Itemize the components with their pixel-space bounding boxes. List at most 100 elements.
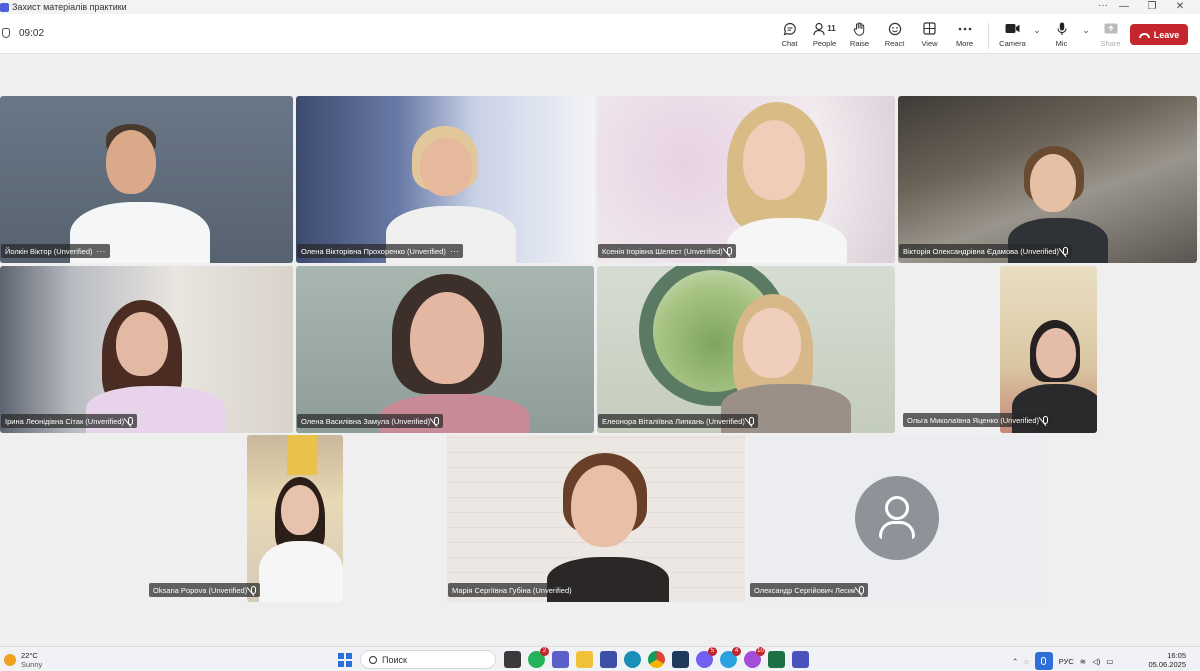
keyboard-language[interactable]: РУС: [1059, 657, 1074, 666]
participant-options-icon[interactable]: ···: [450, 246, 459, 256]
raise-hand-button[interactable]: Raise: [842, 20, 877, 48]
person-icon-body: [879, 521, 915, 539]
grid-view-icon: [923, 20, 936, 37]
more-button[interactable]: More: [947, 20, 982, 48]
camera-options-chevron-icon[interactable]: ⌄: [1030, 22, 1044, 39]
messenger-icon[interactable]: 10: [744, 647, 765, 668]
video-tile-camera-off[interactable]: Олександр Сергійович Лесик: [749, 435, 1047, 602]
weather-widget[interactable]: 22°C Sunny: [4, 651, 42, 669]
edge-icon[interactable]: [624, 651, 641, 668]
people-label: People: [812, 39, 837, 48]
participant-video: [717, 100, 857, 263]
muted-mic-icon: [748, 417, 754, 425]
window-titlebar: Захист матеріалів практики ··· — ❐ ✕: [0, 0, 1200, 14]
people-count: 11: [827, 24, 836, 33]
whatsapp-badge: 2: [540, 647, 549, 656]
video-tile-active-speaker[interactable]: Марія Сергіївна Губіна (Unverified): [447, 435, 745, 602]
telegram-icon[interactable]: 4: [720, 647, 741, 668]
video-tile[interactable]: Олена Вікторівна Прохоренко (Unverified)…: [296, 96, 594, 263]
mic-options-chevron-icon[interactable]: ⌄: [1079, 22, 1093, 39]
participant-name: Олександр Сергійович Лесик: [754, 585, 856, 595]
minimize-button[interactable]: —: [1110, 0, 1138, 13]
share-screen-icon: [1104, 20, 1118, 37]
task-view-icon[interactable]: [504, 651, 521, 668]
avatar: [855, 476, 939, 560]
participant-name-tag: Елеонора Віталіївна Липкань (Unverified): [598, 414, 758, 428]
system-clock[interactable]: 16:05 05.06.2025: [1148, 651, 1186, 669]
volume-icon[interactable]: ◁): [1092, 657, 1100, 666]
video-tile[interactable]: Вікторія Олександрівна Єдамова (Unverifi…: [898, 96, 1197, 263]
teams-app-icon: [0, 2, 9, 12]
participant-name: Йолкін Віктор (Unverified): [5, 246, 93, 256]
participant-video: [366, 274, 536, 433]
windows-start-icon[interactable]: [338, 653, 352, 667]
search-icon: [369, 655, 377, 664]
toolbar-divider: [988, 23, 989, 49]
battery-icon[interactable]: ▭: [1106, 657, 1113, 666]
participant-name: Олена Василівна Замула (Unverified): [301, 416, 431, 426]
file-explorer-icon[interactable]: [576, 651, 593, 668]
video-tile[interactable]: Олена Василівна Замула (Unverified): [296, 266, 594, 433]
react-button[interactable]: React: [877, 20, 912, 48]
more-options-icon[interactable]: ···: [1098, 0, 1108, 12]
video-tile[interactable]: [1000, 266, 1097, 433]
muted-mic-icon: [128, 417, 134, 425]
participant-name: Ксенія Ігорівна Шелест (Unverified): [602, 246, 723, 256]
viber-icon[interactable]: 5: [696, 647, 717, 668]
view-button[interactable]: View: [912, 20, 947, 48]
participant-name-tag: Олена Вікторівна Прохоренко (Unverified)…: [297, 244, 463, 258]
teams-active-icon[interactable]: [792, 651, 809, 668]
muted-mic-icon: [1043, 416, 1049, 424]
person-icon: [885, 496, 909, 520]
video-tile[interactable]: Йолкін Віктор (Unverified) ···: [0, 96, 293, 263]
video-tile[interactable]: Елеонора Віталіївна Липкань (Unverified): [597, 266, 895, 433]
share-button[interactable]: Share: [1093, 20, 1128, 48]
save-icon[interactable]: [600, 651, 617, 668]
search-placeholder: Поиск: [382, 654, 407, 665]
close-button[interactable]: ✕: [1166, 0, 1194, 13]
wifi-icon[interactable]: ≋: [1080, 657, 1086, 666]
restore-button[interactable]: ❐: [1138, 0, 1166, 13]
hand-icon: [853, 20, 866, 37]
participant-name: Елеонора Віталіївна Липкань (Unverified): [602, 416, 745, 426]
muted-mic-icon: [726, 247, 732, 255]
muted-mic-icon: [251, 586, 257, 594]
muted-mic-icon: [434, 417, 440, 425]
telegram-badge: 4: [732, 647, 741, 656]
participant-video: [376, 122, 526, 263]
participant-name-tag: Ксенія Ігорівна Шелест (Unverified): [598, 244, 736, 258]
weather-condition: Sunny: [21, 660, 43, 669]
participant-name-tag: Олена Василівна Замула (Unverified): [297, 414, 444, 428]
teams-icon[interactable]: [552, 651, 569, 668]
windows-taskbar: 22°C Sunny Поиск 2 5 4 10 ⌃ ◌ РУС ≋ ◁) ▭…: [0, 646, 1200, 671]
mic-label: Mic: [1055, 39, 1068, 48]
terminal-icon[interactable]: [672, 651, 689, 668]
video-tile[interactable]: Ксенія Ігорівна Шелест (Unverified): [597, 96, 895, 263]
participant-name-tag: Марія Сергіївна Губіна (Unverified): [448, 583, 576, 597]
muted-mic-icon: [859, 586, 865, 594]
chrome-icon[interactable]: [648, 651, 665, 668]
participant-name-tag: Вікторія Олександрівна Єдамова (Unverifi…: [899, 244, 1073, 258]
muted-mic-icon: [1063, 247, 1069, 255]
chevron-up-icon[interactable]: ⌃: [1012, 657, 1018, 666]
chat-button[interactable]: Chat: [772, 20, 807, 48]
camera-button[interactable]: Camera: [995, 20, 1030, 48]
network-icon[interactable]: ◌: [1024, 657, 1028, 666]
participant-name-tag: Ірина Леонідівна Сітак (Unverified): [1, 414, 138, 428]
whatsapp-icon[interactable]: 2: [528, 647, 549, 668]
video-tile[interactable]: [247, 435, 343, 602]
participant-name: Олена Вікторівна Прохоренко (Unverified): [301, 246, 446, 256]
participant-name-tag: Олександр Сергійович Лесик: [750, 583, 869, 597]
weather-temperature: 22°C: [21, 651, 38, 660]
mic-button[interactable]: Mic: [1044, 20, 1079, 48]
leave-button[interactable]: Leave: [1130, 24, 1188, 45]
camera-label: Camera: [999, 39, 1026, 48]
excel-icon[interactable]: [768, 651, 785, 668]
video-tile[interactable]: Ірина Леонідівна Сітак (Unverified): [0, 266, 293, 433]
taskbar-search[interactable]: Поиск: [360, 650, 496, 669]
people-button[interactable]: 11 People: [807, 20, 842, 48]
participant-options-icon[interactable]: ···: [97, 246, 106, 256]
chat-label: Chat: [781, 39, 798, 48]
participant-name: Oksana Popova (Unverified): [153, 585, 248, 595]
microphone-tray-icon[interactable]: [1034, 652, 1053, 670]
